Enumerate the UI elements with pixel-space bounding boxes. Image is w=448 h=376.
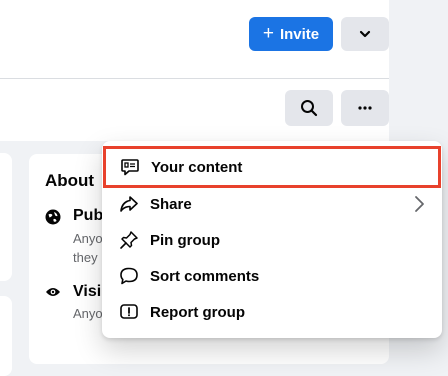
globe-icon	[45, 209, 61, 225]
privacy-title: Pub	[73, 207, 104, 224]
comment-icon	[118, 265, 140, 287]
chevron-right-icon	[415, 196, 424, 212]
menu-item-label: Pin group	[150, 231, 220, 249]
ellipsis-icon	[358, 106, 372, 110]
menu-item-label: Your content	[151, 158, 243, 176]
privacy-description-2: they	[73, 250, 98, 265]
invite-label: Invite	[279, 25, 320, 43]
eye-icon	[46, 288, 60, 296]
left-card	[0, 153, 12, 281]
menu-item-pin-group[interactable]: Pin group	[108, 222, 434, 258]
menu-item-label: Report group	[150, 303, 245, 321]
plus-icon: +	[262, 22, 274, 44]
menu-item-sort-comments[interactable]: Sort comments	[108, 258, 434, 294]
left-card	[0, 296, 12, 376]
header-divider	[0, 78, 389, 79]
privacy-description: Anyo	[73, 231, 103, 246]
menu-item-your-content[interactable]: Your content	[103, 146, 441, 188]
invite-button[interactable]: + Invite	[249, 17, 333, 51]
menu-item-label: Sort comments	[150, 267, 260, 285]
menu-item-share[interactable]: Share	[108, 186, 434, 222]
more-options-dropdown-button[interactable]	[341, 17, 389, 51]
visibility-description: Anyo	[73, 306, 103, 321]
menu-item-report-group[interactable]: Report group	[108, 294, 434, 330]
menu-item-label: Share	[150, 195, 192, 213]
visibility-title: Visil	[73, 283, 106, 300]
more-button[interactable]	[341, 90, 389, 126]
pin-icon	[118, 229, 140, 251]
report-icon	[118, 301, 140, 323]
chevron-down-icon	[359, 30, 371, 38]
your-content-icon	[119, 156, 141, 178]
about-title: About	[45, 171, 95, 190]
search-icon	[301, 100, 318, 117]
share-icon	[118, 193, 140, 215]
search-button[interactable]	[285, 90, 333, 126]
